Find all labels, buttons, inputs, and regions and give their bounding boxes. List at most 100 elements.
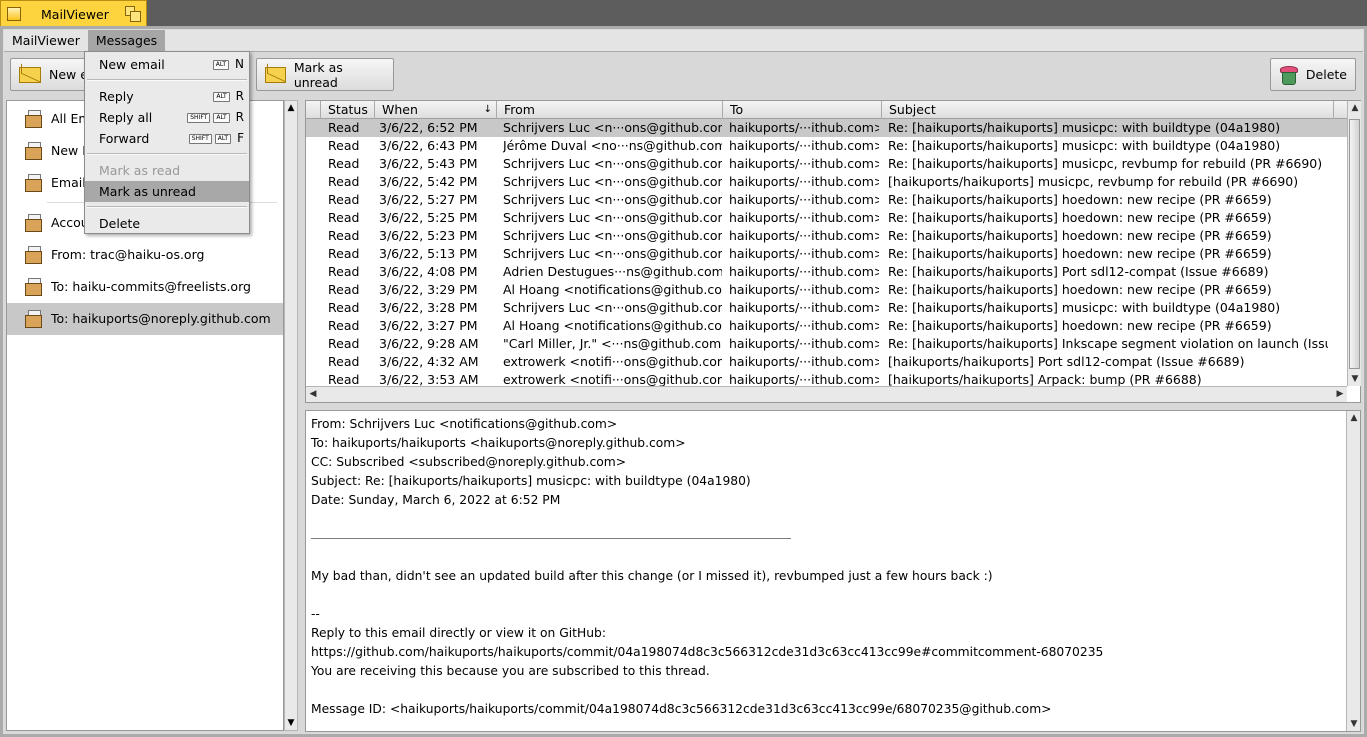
scroll-up-icon[interactable]: ▲	[285, 101, 297, 115]
shortcut-key: N	[235, 57, 244, 71]
menu-item-new-email[interactable]: New email ALT N	[85, 54, 249, 75]
query-item-to-haiku-commits[interactable]: To: haiku-commits@freelists.org	[7, 271, 283, 303]
message-row[interactable]: Read 3/6/22, 9:28 AM "Carl Miller, Jr." <·…	[306, 335, 1347, 353]
scroll-thumb[interactable]	[1349, 119, 1360, 369]
shortcut: SHIFT ALT R	[187, 107, 244, 128]
message-row[interactable]: Read 3/6/22, 4:32 AM extrowerk <notifi···o…	[306, 353, 1347, 371]
message-row[interactable]: Read 3/6/22, 5:25 PM Schrijvers Luc <n···o…	[306, 209, 1347, 227]
column-when-label: When	[382, 102, 418, 117]
scroll-down-icon[interactable]: ▼	[1347, 717, 1361, 731]
preview-message-id: Message ID: <haikuports/haikuports/commi…	[311, 702, 1052, 716]
scroll-up-icon[interactable]: ▲	[1347, 411, 1361, 425]
window-tab[interactable]: MailViewer	[0, 0, 147, 27]
shortcut-key: R	[235, 89, 244, 103]
preview-url-link[interactable]: https://github.com/haikuports/haikuports…	[311, 645, 1103, 659]
message-status: Read	[328, 336, 360, 351]
message-when: 3/6/22, 4:08 PM	[379, 264, 478, 279]
message-preview: From: Schrijvers Luc <notifications@gith…	[305, 410, 1361, 732]
message-row[interactable]: Read 3/6/22, 6:43 PM Jérôme Duval <no···ns…	[306, 137, 1347, 155]
query-icon	[23, 245, 45, 265]
message-row[interactable]: Read 3/6/22, 5:27 PM Schrijvers Luc <n···o…	[306, 191, 1347, 209]
preview-scrollbar[interactable]: ▲ ▼	[1346, 411, 1360, 731]
message-row[interactable]: Read 3/6/22, 3:29 PM Al Hoang <notificatio…	[306, 281, 1347, 299]
message-to: haikuports/···ithub.com>	[729, 246, 879, 261]
column-header-spacer	[306, 101, 320, 119]
message-list-vscrollbar[interactable]: ▲ ▼	[1347, 101, 1361, 386]
close-window-icon[interactable]	[7, 7, 21, 21]
message-list-hscrollbar[interactable]: ◀ ▶	[306, 386, 1347, 402]
message-subject: Re: [haikuports/haikuports] hoedown: new…	[888, 246, 1272, 261]
scroll-down-icon[interactable]: ▼	[285, 716, 297, 730]
message-from: Schrijvers Luc <n···ons@github.com>	[503, 192, 722, 207]
preview-subject: Subject: Re: [haikuports/haikuports] mus…	[311, 474, 751, 488]
zoom-window-icon[interactable]	[125, 6, 141, 22]
column-subject[interactable]: Subject	[881, 101, 1333, 119]
delete-label: Delete	[1305, 67, 1347, 82]
message-to: haikuports/···ithub.com>	[729, 228, 879, 243]
scroll-right-icon[interactable]: ▶	[1333, 387, 1347, 401]
column-when[interactable]: When ↓	[374, 101, 496, 119]
scroll-left-icon[interactable]: ◀	[306, 387, 320, 401]
message-status: Read	[328, 192, 360, 207]
query-item-from-trac[interactable]: From: trac@haiku-os.org	[7, 239, 283, 271]
menu-item-reply-all[interactable]: Reply all SHIFT ALT R	[85, 107, 249, 128]
mark-unread-button[interactable]: Mark as unread	[256, 58, 394, 91]
message-status: Read	[328, 210, 360, 225]
message-from: Al Hoang <notifications@github.com>	[503, 318, 722, 333]
shift-key-icon: SHIFT	[187, 112, 211, 123]
menu-separator	[87, 79, 247, 81]
message-to: haikuports/···ithub.com>	[729, 282, 879, 297]
preview-cc: CC: Subscribed <subscribed@noreply.githu…	[311, 455, 627, 469]
message-row[interactable]: Read 3/6/22, 6:52 PM Schrijvers Luc <n···o…	[306, 119, 1347, 137]
column-to[interactable]: To	[722, 101, 881, 119]
query-item-to-haikuports[interactable]: To: haikuports@noreply.github.com	[7, 303, 283, 335]
menu-item-mark-read: Mark as read	[99, 163, 181, 178]
message-when: 3/6/22, 5:13 PM	[379, 246, 478, 261]
message-from: Jérôme Duval <no···ns@github.com>	[503, 138, 722, 153]
menu-mailviewer[interactable]: MailViewer	[4, 30, 88, 52]
message-row[interactable]: Read 3/6/22, 5:43 PM Schrijvers Luc <n···o…	[306, 155, 1347, 173]
query-list-scrollbar[interactable]: ▲ ▼	[284, 100, 298, 731]
menu-messages[interactable]: Messages	[87, 29, 166, 52]
mark-unread-label: Mark as unread	[293, 59, 343, 90]
message-row[interactable]: Read 3/6/22, 3:28 PM Schrijvers Luc <n···o…	[306, 299, 1347, 317]
message-subject: Re: [haikuports/haikuports] hoedown: new…	[888, 210, 1272, 225]
scroll-down-icon[interactable]: ▼	[1348, 372, 1362, 386]
message-row[interactable]: Read 3/6/22, 3:27 PM Al Hoang <notificatio…	[306, 317, 1347, 335]
menu-separator	[87, 206, 247, 208]
message-subject: Re: [haikuports/haikuports] hoedown: new…	[888, 192, 1272, 207]
message-row[interactable]: Read 3/6/22, 4:08 PM Adrien Destugues···ns…	[306, 263, 1347, 281]
shortcut: ALT N	[212, 54, 244, 75]
menu-item-delete[interactable]: Delete	[85, 213, 249, 234]
message-row[interactable]: Read 3/6/22, 5:23 PM Schrijvers Luc <n···o…	[306, 227, 1347, 245]
message-status: Read	[328, 228, 360, 243]
sort-descending-icon: ↓	[483, 104, 492, 115]
menu-item-reply[interactable]: Reply ALT R	[85, 86, 249, 107]
column-status[interactable]: Status	[320, 101, 374, 119]
message-row[interactable]: Read 3/6/22, 5:42 PM Schrijvers Luc <n···o…	[306, 173, 1347, 191]
message-to: haikuports/···ithub.com>	[729, 300, 879, 315]
column-from[interactable]: From	[496, 101, 722, 119]
alt-key-icon: ALT	[213, 112, 230, 123]
shortcut-key: F	[237, 131, 244, 145]
preview-subscribed-note: You are receiving this because you are s…	[311, 664, 710, 678]
query-icon	[23, 109, 45, 129]
message-to: haikuports/···ithub.com>	[729, 372, 879, 386]
menu-item-forward[interactable]: Forward SHIFT ALT F	[85, 128, 249, 149]
scroll-up-icon[interactable]: ▲	[1348, 101, 1362, 115]
window-title: MailViewer	[41, 7, 109, 22]
message-from: Schrijvers Luc <n···ons@github.com>	[503, 300, 722, 315]
message-row[interactable]: Read 3/6/22, 3:53 AM extrowerk <notifi···o…	[306, 371, 1347, 386]
message-status: Read	[328, 246, 360, 261]
mailviewer-window: MailViewer Messages New e Mark as unread…	[4, 29, 1363, 733]
message-subject: Re: [haikuports/haikuports] musicpc: wit…	[888, 300, 1281, 315]
message-row[interactable]: Read 3/6/22, 5:13 PM Schrijvers Luc <n···o…	[306, 245, 1347, 263]
message-subject: [haikuports/haikuports] Arpack: bump (PR…	[888, 372, 1202, 386]
message-to: haikuports/···ithub.com>	[729, 156, 879, 171]
message-from: Schrijvers Luc <n···ons@github.com>	[503, 174, 722, 189]
delete-button[interactable]: Delete	[1270, 58, 1356, 91]
message-from: Al Hoang <notifications@github.com>	[503, 282, 722, 297]
alt-key-icon: ALT	[213, 91, 230, 102]
menu-item-mark-unread[interactable]: Mark as unread	[85, 181, 249, 202]
message-subject: Re: [haikuports/haikuports] hoedown: new…	[888, 318, 1272, 333]
